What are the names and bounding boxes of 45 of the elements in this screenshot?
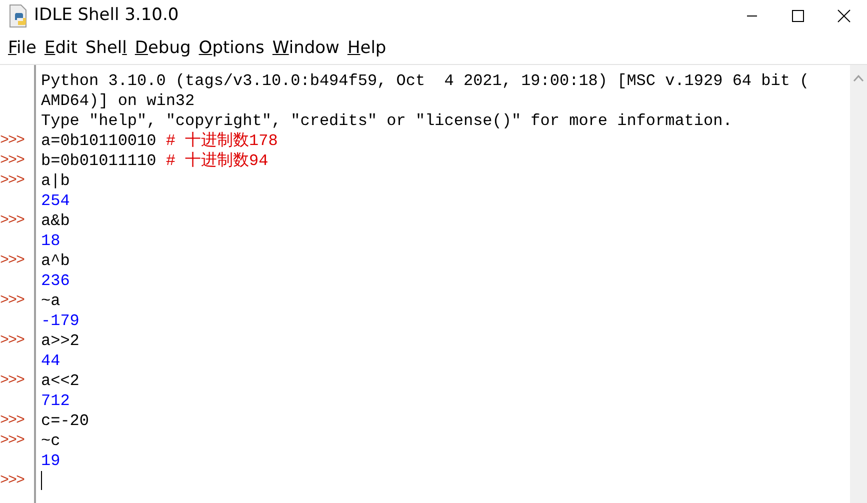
prompt: >>>	[0, 151, 24, 171]
code-text: a>>2	[41, 332, 80, 350]
prompt: >>>	[0, 291, 24, 311]
banner-text: Python 3.10.0 (tags/v3.10.0:b494f59, Oct 4 2021, 19:00:18) [MSC v.1929 64 bit (	[41, 72, 810, 90]
window-title: IDLE Shell 3.10.0	[34, 4, 179, 28]
code-text: a=0b10110010	[41, 132, 158, 150]
menu-item[interactable]: Shell	[81, 36, 131, 60]
output-text: 712	[41, 392, 70, 410]
prompt: >>>	[0, 211, 24, 231]
text-cursor	[41, 471, 42, 490]
code-text: a<<2	[41, 372, 80, 390]
prompt: >>>	[0, 171, 24, 191]
maximize-icon	[791, 9, 805, 23]
output-text: -179	[41, 312, 80, 330]
prompt: >>>	[0, 411, 24, 431]
close-icon	[837, 9, 851, 23]
menu-item[interactable]: Debug	[130, 36, 195, 60]
prompt: >>>	[0, 431, 24, 451]
menu-item[interactable]: Help	[343, 36, 390, 60]
code-text: a^b	[41, 252, 70, 270]
menu-item[interactable]: Edit	[40, 36, 82, 60]
comment-text: # 十进制数94	[166, 152, 268, 170]
prompt: >>>	[0, 331, 24, 351]
prompt: >>>	[0, 371, 24, 391]
banner-text: AMD64)] on win32	[41, 92, 195, 110]
prompt: >>>	[0, 251, 24, 271]
prompt: >>>	[0, 131, 24, 151]
menu-item[interactable]: File	[4, 36, 40, 60]
code-text: c=-20	[41, 412, 90, 430]
output-text: 18	[41, 232, 60, 250]
menu-item[interactable]: Options	[194, 36, 268, 60]
output-text: 254	[41, 192, 70, 210]
output-text: 19	[41, 452, 60, 470]
comment-text: # 十进制数178	[166, 132, 278, 150]
output-text: 236	[41, 272, 70, 290]
code-text: a|b	[41, 172, 70, 190]
prompt: >>>	[0, 471, 24, 491]
code-text: ~a	[41, 292, 60, 310]
code-text: ~c	[41, 432, 60, 450]
code-text: a&b	[41, 212, 70, 230]
menu-item[interactable]: Window	[268, 36, 344, 60]
output-text: 44	[41, 352, 60, 370]
scrollbar[interactable]	[850, 65, 867, 503]
banner-text: Type "help", "copyright", "credits" or "license()" for more information.	[41, 112, 732, 130]
code-text: b=0b01011110	[41, 152, 158, 170]
